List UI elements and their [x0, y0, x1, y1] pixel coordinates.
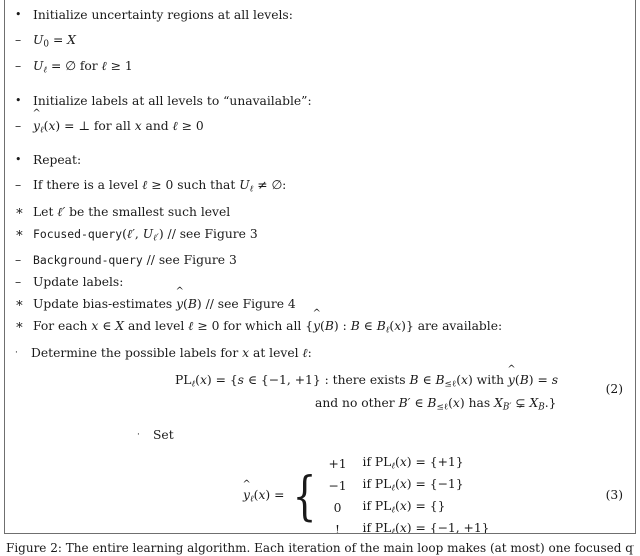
focused-query-comment: // see Figure 3	[167, 226, 258, 241]
dot-icon: ·	[15, 347, 18, 358]
substep-let-ell-prime: ∗ Let ℓ′ be the smallest such level	[15, 201, 625, 223]
case-condition: if PLℓ(x) = {−1}	[362, 476, 464, 494]
bullet-icon: •	[15, 8, 22, 21]
substep-yhat-bottom: – ^ yℓ(x) = ⊥ for all x and ℓ ≥ 0	[15, 107, 625, 141]
left-brace-icon: {	[293, 467, 317, 528]
substep-background-query: – Background-query // see Figure 3	[15, 249, 625, 271]
asterisk-icon: ∗	[15, 203, 24, 219]
set-line-list: · Set	[137, 424, 625, 446]
background-query-name: Background-query	[33, 253, 143, 268]
spacer	[15, 141, 625, 149]
repeat-substep-list: – If there is a level ℓ ≥ 0 such that Uℓ…	[15, 174, 625, 363]
algorithm-step-list: • Initialize uncertainty regions at all …	[15, 4, 625, 364]
update-labels-body: ∗ Update bias-estimates ^ y(B) // see Fig…	[15, 286, 625, 364]
case-value: +1	[328, 456, 347, 471]
bullet-icon: •	[15, 153, 22, 167]
substep-ul-empty-math: Uℓ = ∅ for ℓ ≥ 1	[33, 59, 133, 76]
step-initialize-uncertainty: • Initialize uncertainty regions at all …	[15, 4, 625, 26]
equation-3-tag: (3)	[605, 487, 623, 502]
dot-icon: ·	[137, 429, 140, 440]
substep-set: · Set	[137, 424, 625, 446]
if-level-body: ∗ Let ℓ′ be the smallest such level ∗ Fo…	[15, 201, 625, 249]
for-each-x-substep-list: · Determine the possible labels for x at…	[15, 342, 625, 364]
substep-focused-query-math: Focused-query(ℓ′, Uℓ′) // see Figure 3	[33, 226, 258, 244]
substep-update-labels: – Update labels:	[15, 271, 625, 293]
case-condition: if PLℓ(x) = {−1, +1}	[362, 520, 490, 534]
dash-icon: –	[15, 59, 22, 74]
dash-icon: –	[15, 118, 22, 133]
substep-list-init-labels: – ^ yℓ(x) = ⊥ for all x and ℓ ≥ 0	[15, 107, 625, 141]
equation-3-body: ^ yℓ(x) = { +1 if PLℓ(x) = {+1} −1 if PLℓ…	[15, 454, 625, 534]
substep-u0-equals-x: – U0 = X	[15, 29, 625, 55]
asterisk-icon: ∗	[15, 225, 24, 241]
figure-page: • Initialize uncertainty regions at all …	[0, 0, 640, 555]
figure-caption: Figure 2: The entire learning algorithm.…	[6, 541, 634, 555]
update-bias-comment: // see Figure 4	[205, 297, 296, 312]
substep-if-level-exists-math: If there is a level ℓ ≥ 0 such that Uℓ ≠…	[33, 178, 287, 195]
substep-if-level-exists: – If there is a level ℓ ≥ 0 such that Uℓ…	[15, 174, 625, 200]
substep-u0-equals-x-math: U0 = X	[33, 33, 76, 50]
substep-let-ell-prime-math: Let ℓ′ be the smallest such level	[33, 204, 231, 219]
substep-list-init-uncertainty: – U0 = X – Uℓ = ∅ for ℓ ≥ 1	[15, 29, 625, 82]
asterisk-icon: ∗	[15, 296, 24, 312]
update-bias-text: Update bias-estimates	[33, 297, 173, 312]
case-condition: if PLℓ(x) = {}	[362, 498, 446, 516]
focused-query-name: Focused-query	[33, 226, 123, 241]
bullet-icon: •	[15, 93, 22, 107]
case-value: −1	[328, 478, 347, 493]
if-level-substep-list: ∗ Let ℓ′ be the smallest such level ∗ Fo…	[15, 201, 625, 249]
equation-2-line-1: PLℓ(x) = {s ∈ {−1, +1} : there exists B …	[175, 363, 558, 390]
dash-icon: –	[15, 178, 22, 193]
substep-for-each-x: ∗ For each x ∈ X and level ℓ ≥ 0 for whi…	[15, 308, 625, 341]
equation-2-line-2: and no other B′ ∈ B≤ℓ(x) has XB′ ⊊ XB.}	[315, 396, 557, 413]
case-row: 0 if PLℓ(x) = {}	[327, 498, 490, 520]
substep-determine-labels: · Determine the possible labels for x at…	[15, 342, 625, 364]
update-labels-substep-list: ∗ Update bias-estimates ^ y(B) // see Fig…	[15, 286, 625, 364]
equation-2: PLℓ(x) = {s ∈ {−1, +1} : there exists B …	[15, 363, 625, 418]
for-each-x-body: · Determine the possible labels for x at…	[15, 342, 625, 364]
equation-2-tag: (2)	[605, 381, 623, 396]
asterisk-icon: ∗	[15, 318, 24, 334]
substep-focused-query: ∗ Focused-query(ℓ′, Uℓ′) // see Figure 3	[15, 223, 625, 249]
step-repeat-label: Repeat:	[33, 153, 82, 168]
algorithm-frame: • Initialize uncertainty regions at all …	[4, 0, 636, 534]
step-repeat: • Repeat:	[15, 149, 625, 171]
case-value: !	[335, 522, 340, 534]
step-initialize-labels: • Initialize labels at all levels to “un…	[15, 90, 625, 112]
substep-background-query-math: Background-query // see Figure 3	[33, 249, 625, 271]
case-row: −1 if PLℓ(x) = {−1}	[327, 476, 490, 498]
substep-group-init-uncertainty: – U0 = X – Uℓ = ∅ for ℓ ≥ 1	[15, 29, 625, 82]
substep-ul-empty: – Uℓ = ∅ for ℓ ≥ 1	[15, 55, 625, 81]
substep-set-label: Set	[153, 427, 174, 442]
equation-3-cases: +1 if PLℓ(x) = {+1} −1 if PLℓ(x) = {−1} …	[327, 454, 490, 534]
case-row: +1 if PLℓ(x) = {+1}	[327, 454, 490, 476]
step-initialize-uncertainty-label: Initialize uncertainty regions at all le…	[33, 8, 293, 22]
dash-icon: –	[15, 33, 22, 47]
dash-icon: –	[15, 275, 22, 290]
background-query-comment: // see Figure 3	[146, 253, 237, 268]
substep-group-init-labels: – ^ yℓ(x) = ⊥ for all x and ℓ ≥ 0	[15, 107, 625, 141]
substep-for-each-x-math: For each x ∈ X and level ℓ ≥ 0 for which…	[33, 308, 503, 336]
step-initialize-labels-label: Initialize labels at all levels to “unav…	[33, 93, 312, 108]
algorithm-body: • Initialize uncertainty regions at all …	[5, 0, 635, 534]
case-row: ! if PLℓ(x) = {−1, +1}	[327, 520, 490, 534]
repeat-body: – If there is a level ℓ ≥ 0 such that Uℓ…	[15, 174, 625, 363]
substep-update-bias-estimates-math: Update bias-estimates ^ y(B) // see Figur…	[33, 286, 296, 312]
substep-determine-labels-math: Determine the possible labels for x at l…	[31, 345, 312, 360]
substep-yhat-bottom-math: ^ yℓ(x) = ⊥ for all x and ℓ ≥ 0	[32, 107, 204, 136]
equation-3: ^ yℓ(x) = { +1 if PLℓ(x) = {+1} −1 if PLℓ…	[15, 454, 625, 534]
spacer	[15, 82, 625, 90]
substep-update-labels-label: Update labels:	[33, 275, 124, 290]
dash-icon: –	[15, 253, 22, 268]
case-value: 0	[333, 500, 342, 515]
equation-3-lhs: ^ yℓ(x) =	[242, 478, 285, 505]
case-condition: if PLℓ(x) = {+1}	[362, 454, 464, 472]
